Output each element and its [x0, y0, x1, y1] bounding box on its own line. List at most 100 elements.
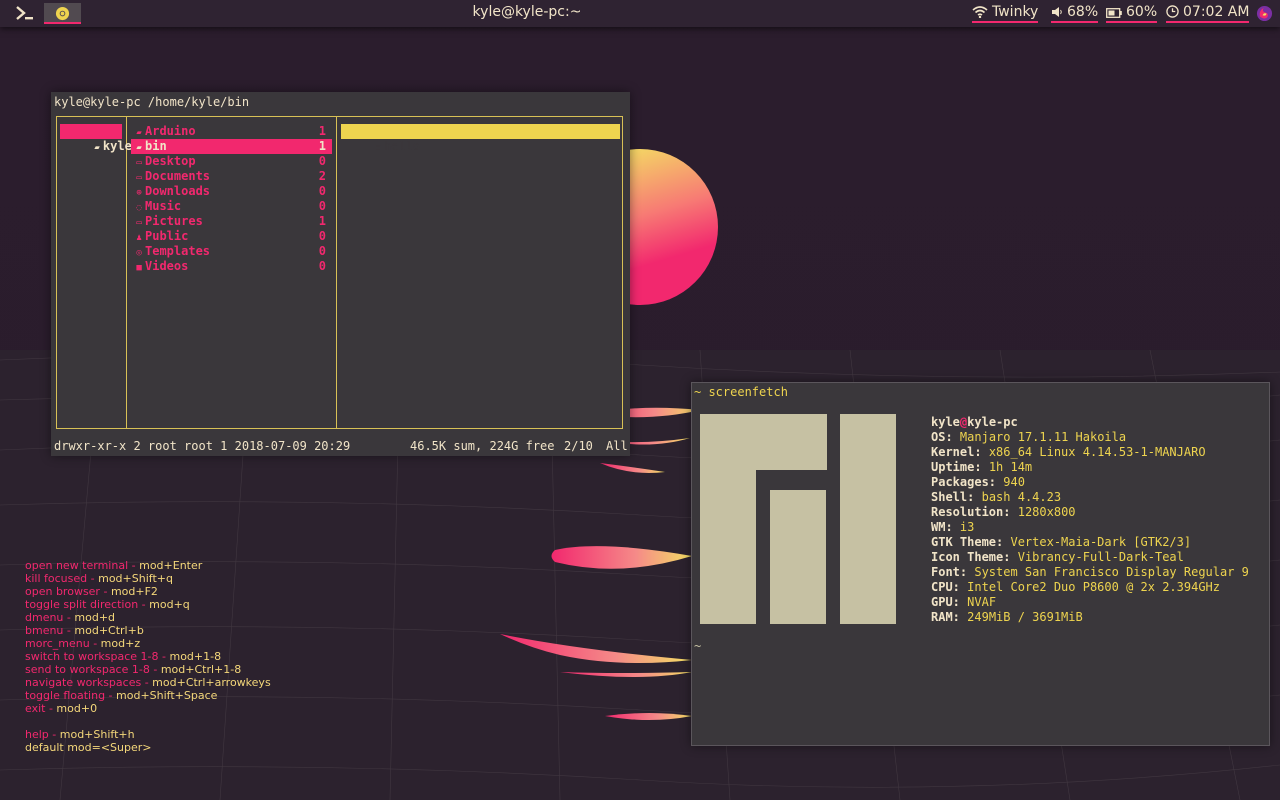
keybinding-key: mod+Ctrl+1-8	[160, 663, 242, 676]
directory-entry[interactable]: ♟ Public 0	[131, 229, 332, 244]
info-key: Font:	[931, 565, 968, 579]
column-divider	[336, 116, 337, 429]
directory-entry[interactable]: ■ Videos 0	[131, 259, 332, 274]
battery-status[interactable]: 60%	[1106, 4, 1158, 23]
screenfetch-window[interactable]: ~ screenfetch kyle@kyle-pc OS: Manjaro 1…	[691, 382, 1270, 746]
entry-count: 2	[318, 169, 326, 183]
info-key: Shell:	[931, 490, 975, 504]
info-key: CPU:	[931, 580, 960, 594]
keybinding-desc: bmenu	[25, 624, 64, 637]
status-permissions: drwxr-xr-x 2 root root 1 2018-07-09 20:2…	[54, 439, 351, 453]
keybinding-row: kill focused - mod+Shift+q	[25, 572, 271, 585]
info-line: Packages: 940	[931, 475, 1249, 490]
keybinding-row: exit - mod+0	[25, 702, 271, 715]
info-value: bash 4.4.23	[981, 490, 1062, 504]
entry-name: Arduino	[145, 124, 196, 138]
parent-dir-entry[interactable]: ▰ kyle	[60, 124, 132, 153]
info-value: 249MiB / 3691MiB	[967, 610, 1083, 624]
info-key: GPU:	[931, 595, 960, 609]
folder-icon: ▰	[88, 143, 100, 153]
keybinding-row: toggle floating - mod+Shift+Space	[25, 689, 271, 702]
clock-icon	[1166, 5, 1179, 18]
keybinding-key: mod+Enter	[139, 559, 203, 572]
keybinding-key: mod+Ctrl+arrowkeys	[152, 676, 271, 689]
keybinding-dash: -	[63, 611, 75, 624]
keybinding-list: open new terminal - mod+Enter kill focuse…	[25, 559, 271, 754]
keybinding-dash: -	[45, 702, 57, 715]
clock-label: 07:02 AM	[1183, 4, 1250, 20]
entry-name: Desktop	[145, 154, 196, 168]
info-key: OS:	[931, 430, 953, 444]
keybinding-key: mod+0	[56, 702, 98, 715]
keybinding-dash: -	[63, 624, 75, 637]
directory-entry[interactable]: ◌ Music 0	[131, 199, 332, 214]
info-key: GTK Theme:	[931, 535, 1004, 549]
status-summary: 46.5K sum, 224G free	[410, 439, 555, 453]
keybinding-row: bmenu - mod+Ctrl+b	[25, 624, 271, 637]
info-value: Vibrancy-Full-Dark-Teal	[1017, 550, 1184, 564]
ranger-statusbar: drwxr-xr-x 2 root root 1 2018-07-09 20:2…	[54, 439, 628, 523]
info-line: WM: i3	[931, 520, 1249, 535]
keybinding-key: mod+d	[74, 611, 116, 624]
entry-name: Templates	[145, 244, 211, 258]
keybinding-row	[25, 715, 271, 728]
info-value: i3	[959, 520, 975, 534]
wifi-status[interactable]: Twinky	[972, 4, 1039, 23]
keybinding-dash: -	[138, 598, 150, 611]
wifi-icon	[972, 6, 988, 19]
clock[interactable]: 07:02 AM	[1166, 4, 1250, 23]
status-position: 2/10	[564, 439, 593, 453]
keybinding-desc: send to workspace 1-8	[25, 663, 150, 676]
directory-entry[interactable]: ▰ Arduino 1	[131, 124, 332, 139]
keybinding-row: morc_menu - mod+z	[25, 637, 271, 650]
info-line: Resolution: 1280x800	[931, 505, 1249, 520]
keybinding-key: mod+Ctrl+b	[74, 624, 144, 637]
terminal-cursor-prompt: ~	[694, 639, 702, 653]
entry-count: 0	[318, 199, 326, 213]
entry-count: 0	[318, 244, 326, 258]
status-all: All	[606, 439, 628, 453]
info-value: System San Francisco Display Regular 9	[974, 565, 1249, 579]
keybinding-dash: -	[105, 689, 117, 702]
keybinding-desc: open browser	[25, 585, 100, 598]
info-line: CPU: Intel Core2 Duo P8600 @ 2x 2.394GHz	[931, 580, 1249, 595]
entry-count: 1	[318, 214, 326, 228]
directory-entry[interactable]: ◎ Templates 0	[131, 244, 332, 259]
info-value: 1h 14m	[988, 460, 1033, 474]
keybinding-desc: exit	[25, 702, 46, 715]
volume-label: 68%	[1067, 4, 1099, 20]
directory-entry[interactable]: ▰ bin 1	[131, 139, 332, 154]
preview-file-entry[interactable]: ≡ hello	[341, 124, 620, 153]
battery-icon	[1106, 8, 1122, 18]
entry-name: bin	[145, 139, 167, 153]
info-value: Intel Core2 Duo P8600 @ 2x 2.394GHz	[967, 580, 1221, 594]
keybinding-key: mod+z	[100, 637, 141, 650]
entry-name: Pictures	[145, 214, 203, 228]
directory-entry[interactable]: ▭ Documents 2	[131, 169, 332, 184]
file-icon: ≡	[369, 143, 381, 153]
info-key: Packages:	[931, 475, 997, 489]
folder-icon: ■	[131, 263, 142, 273]
keybinding-key: mod+1-8	[169, 650, 222, 663]
keybinding-key: mod+F2	[110, 585, 158, 598]
keybinding-row: navigate workspaces - mod+Ctrl+arrowkeys	[25, 676, 271, 689]
keybinding-dash: -	[87, 572, 99, 585]
user-host: kyle@kyle-pc	[931, 415, 1249, 430]
keybinding-desc: help	[25, 728, 49, 741]
terminal-prompt: ~ screenfetch	[694, 385, 788, 399]
ranger-window[interactable]: kyle@kyle-pc /home/kyle/bin ▰ kyle ▰ Ardui…	[51, 92, 630, 456]
keybinding-dash: -	[141, 676, 153, 689]
entry-count: 0	[318, 229, 326, 243]
info-value: 1280x800	[1017, 505, 1076, 519]
keybinding-dash: -	[149, 663, 161, 676]
firefox-icon[interactable]	[1256, 5, 1273, 26]
keybinding-dash: -	[99, 585, 111, 598]
directory-entry[interactable]: ▭ Desktop 0	[131, 154, 332, 169]
directory-entry[interactable]: ⊕ Downloads 0	[131, 184, 332, 199]
entry-count: 0	[318, 184, 326, 198]
directory-entry[interactable]: ▭ Pictures 1	[131, 214, 332, 229]
entry-name: Videos	[145, 259, 189, 273]
keybinding-key: mod+q	[149, 598, 190, 611]
volume-status[interactable]: 68%	[1051, 4, 1099, 23]
entry-name: Downloads	[145, 184, 211, 198]
